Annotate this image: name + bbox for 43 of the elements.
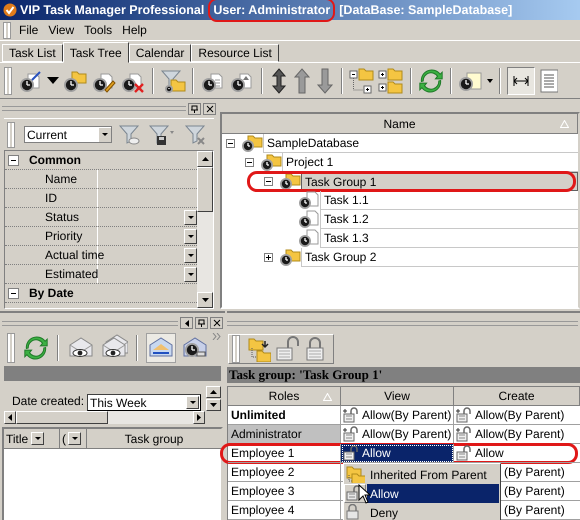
menu-item[interactable]: File — [14, 21, 44, 39]
column-header[interactable]: Name — [222, 114, 578, 134]
permission-cell[interactable]: Allow(By Parent) — [341, 406, 454, 425]
tree-item[interactable]: Task 1.3 — [320, 229, 578, 248]
filter-dropdown[interactable]: Current — [24, 126, 112, 143]
category-label: Common — [29, 152, 81, 169]
column-header[interactable]: View — [341, 387, 454, 405]
tab[interactable]: Task Tree — [62, 42, 129, 63]
category-label: By Date — [29, 285, 74, 302]
property-name: Estimated — [45, 266, 98, 283]
database-label: [DataBase: SampleDatabase] — [339, 2, 512, 19]
date-dropdown[interactable]: This Week — [87, 394, 201, 411]
column-header[interactable]: Title — [6, 430, 28, 448]
menu-item[interactable]: Help — [117, 21, 152, 39]
property-name: Status — [45, 209, 80, 226]
table-cell: Employee 4 — [228, 501, 341, 520]
tree-item[interactable]: Task 1.1 — [320, 191, 578, 210]
column-header[interactable]: ( — [62, 430, 66, 448]
permission-cell[interactable]: Allow(By Parent) — [454, 406, 580, 425]
column-header[interactable]: Roles — [228, 387, 341, 405]
property-name: Actual time — [45, 247, 104, 264]
tree-item[interactable]: Task 1.2 — [320, 210, 578, 229]
table-cell: Employee 2 — [228, 463, 341, 482]
field-label: Date created: — [12, 393, 84, 410]
tab[interactable]: Calendar — [128, 44, 192, 62]
tree-item[interactable]: SampleDatabase — [263, 134, 578, 153]
user-label: User: Administrator — [213, 2, 330, 17]
column-header[interactable]: Task group — [87, 429, 221, 448]
panel-title: Task group: 'Task Group 1' — [227, 367, 580, 383]
permission-cell[interactable]: Allow — [341, 444, 454, 463]
tab[interactable]: Task List — [2, 44, 63, 62]
permission-cell[interactable]: Allow(By Parent) — [454, 425, 580, 444]
property-name: ID — [45, 190, 57, 207]
tab[interactable]: Resource List — [191, 44, 279, 62]
column-header[interactable]: Create — [454, 387, 580, 405]
menu-item[interactable]: Tools — [79, 21, 118, 39]
table-cell: Administrator — [228, 425, 341, 444]
window-title: VIP Task Manager Professional — [20, 2, 204, 19]
property-name: Name — [45, 171, 78, 188]
tree-item[interactable]: Task Group 2 — [301, 248, 578, 267]
table-cell: Employee 3 — [228, 482, 341, 501]
property-name: Priority — [45, 228, 82, 245]
menu-item[interactable]: View — [43, 21, 80, 39]
